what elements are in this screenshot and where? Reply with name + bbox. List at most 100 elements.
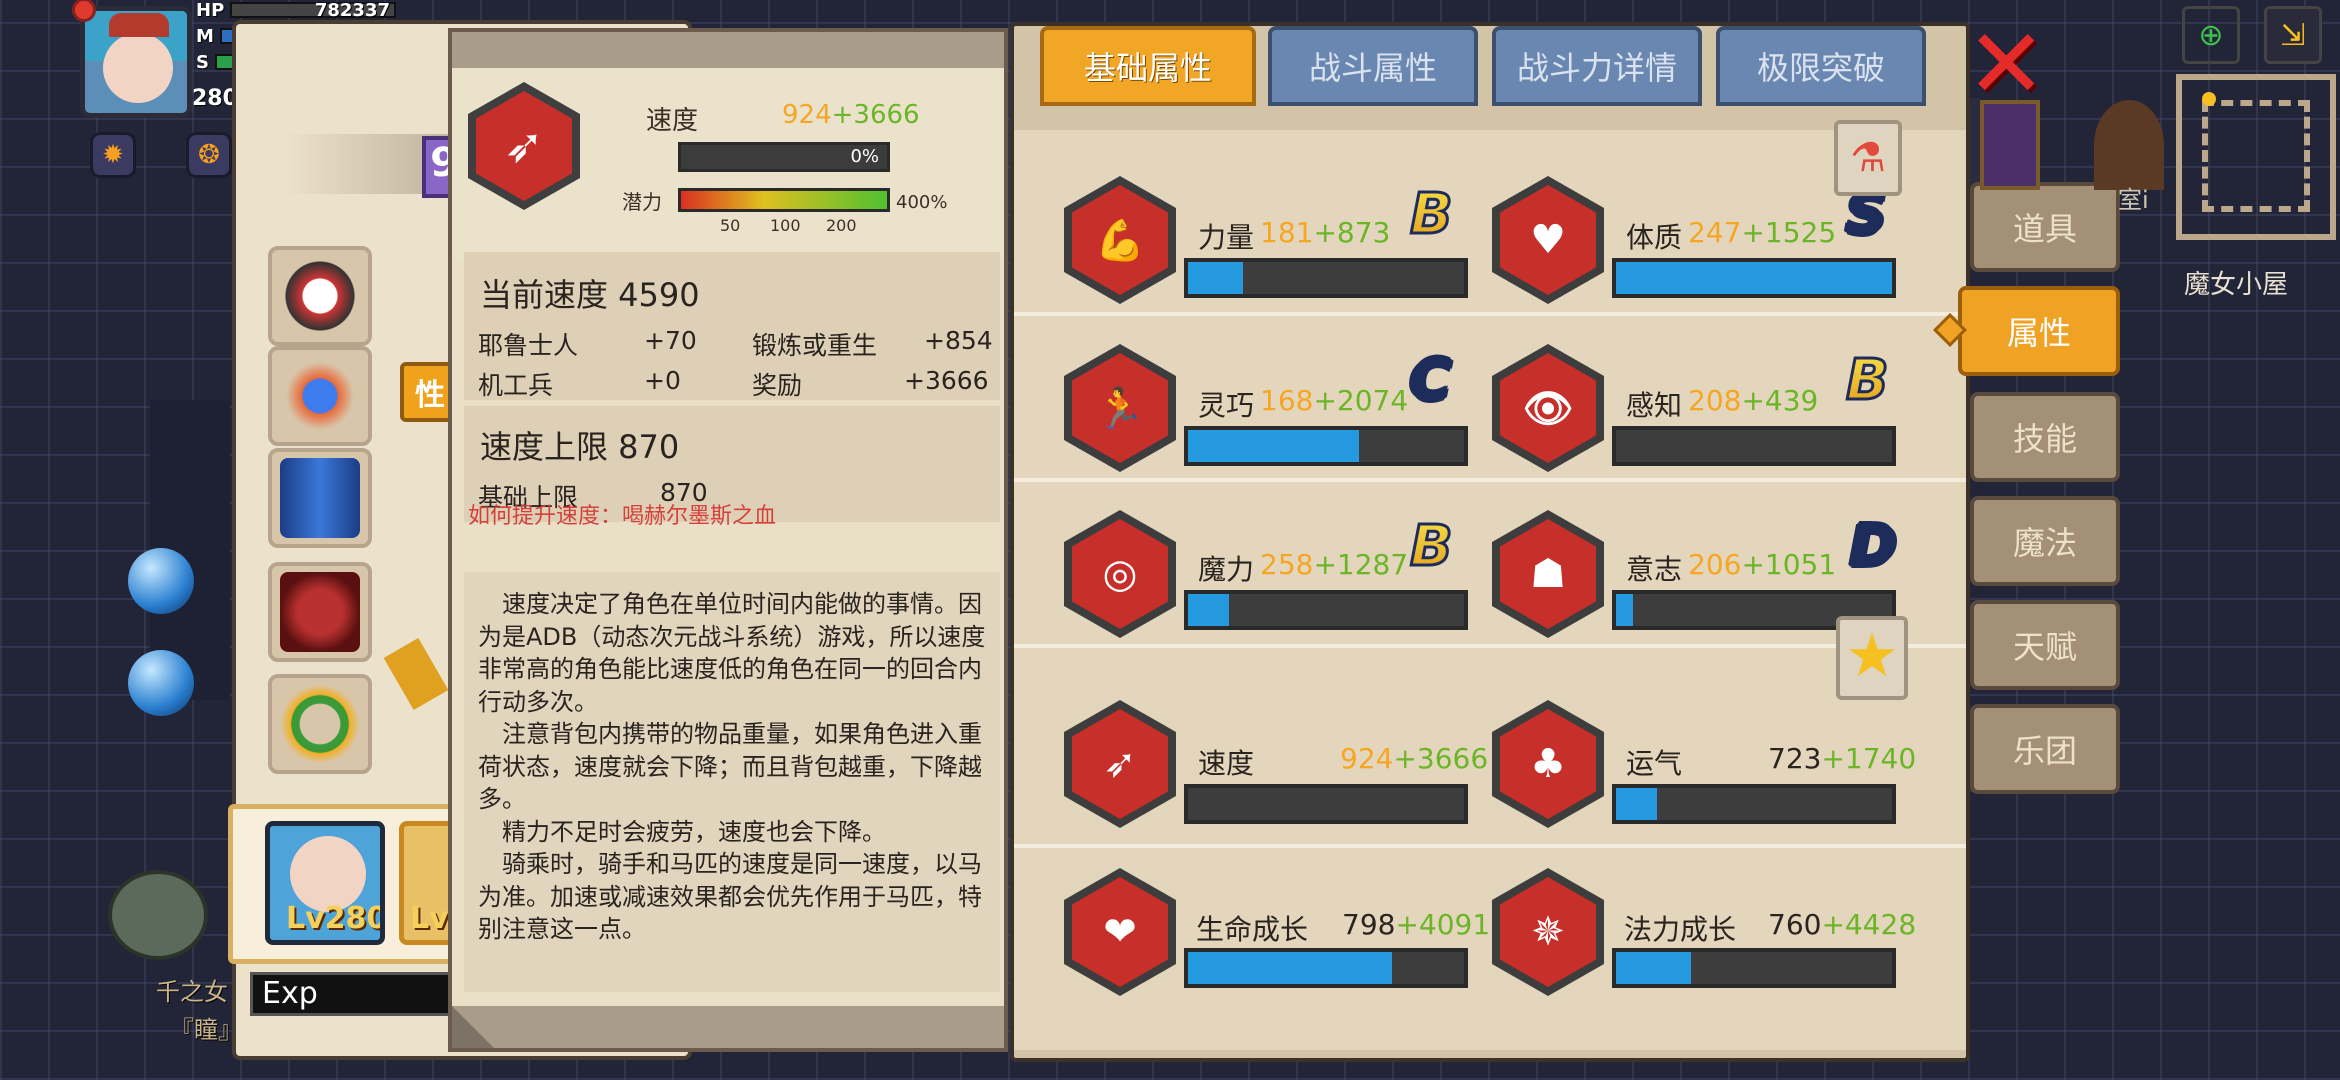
sp-label: S (196, 51, 209, 73)
breakdown-label: 锻炼或重生 (752, 331, 878, 360)
tooltip-bottom-bar (452, 1006, 1004, 1048)
stat-bonus: +4428 (1821, 908, 1917, 941)
stat-bonus: +1051 (1741, 548, 1837, 581)
row-divider (1014, 478, 1966, 482)
helmet-icon (280, 256, 360, 336)
side-tab-items[interactable]: 道具 (1970, 182, 2120, 272)
snail-icon (108, 870, 208, 960)
stat-name: 法力成长 (1624, 913, 1737, 946)
hp-value: 782337 (314, 0, 390, 21)
stat-bar (1612, 784, 1896, 824)
equip-slot-armor[interactable] (268, 448, 372, 548)
potential-label: 潜力 (622, 190, 662, 214)
stat-bonus: +3666 (1393, 742, 1489, 775)
stat-bonus: +1287 (1313, 548, 1409, 581)
stat-bar (1184, 258, 1468, 298)
current-speed-section: 当前速度 4590 耶鲁士人 +70 锻炼或重生 +854 机工兵 +0 奖励 … (464, 252, 1000, 400)
stat-grade: B (1409, 181, 1455, 249)
close-icon[interactable]: ✕ (1966, 16, 2046, 112)
side-tab-attributes[interactable]: 属性 (1958, 286, 2120, 376)
stat-base: 181 (1260, 216, 1314, 249)
stat-base: 168 (1260, 384, 1314, 417)
minimap-room (2202, 100, 2310, 212)
window-toggle-icon[interactable]: ⇲ (2264, 6, 2322, 64)
stat-bonus: +1740 (1821, 742, 1917, 775)
basket-icon (2094, 100, 2164, 190)
stat-name: 魔力 (1198, 553, 1255, 586)
progress-percent: 0% (850, 146, 879, 167)
description-paragraph: 精力不足时会疲劳，速度也会下降。 (478, 818, 886, 846)
row-divider (1014, 312, 1966, 316)
equip-slot-ring[interactable] (268, 674, 372, 774)
stat-bar (1184, 590, 1468, 630)
stat-bonus: +2074 (1313, 384, 1409, 417)
stat-fill (1616, 594, 1633, 626)
hp-label: HP (196, 0, 225, 21)
exp-label: Exp (262, 976, 318, 1011)
minimap[interactable] (2176, 74, 2336, 240)
party-member-1[interactable]: Lv280 (265, 821, 385, 945)
side-tab-magic[interactable]: 魔法 (1970, 496, 2120, 586)
potential-tick-50: 50 (720, 216, 741, 235)
potion-icon[interactable]: ⚗ (1834, 120, 1902, 196)
stat-bonus: +4091 (1395, 908, 1491, 941)
tab-combat-attributes[interactable]: 战斗属性 (1268, 26, 1478, 106)
side-tab-talents[interactable]: 天赋 (1970, 600, 2120, 690)
tab-power-details[interactable]: 战斗力详情 (1492, 26, 1702, 106)
stat-fill (1616, 952, 1691, 984)
portrait-face (103, 33, 173, 103)
stat-bonus: +1525 (1741, 216, 1837, 249)
crystal-ball-icon (128, 650, 194, 716)
stat-fill (1188, 952, 1393, 984)
background-sign-1: 千之女 (156, 978, 228, 1006)
stat-bar (1612, 258, 1896, 298)
stat-name: 力量 (1198, 221, 1255, 254)
stat-grade: D (1848, 513, 1898, 581)
side-tab-skills[interactable]: 技能 (1970, 392, 2120, 482)
tab-basic-attributes[interactable]: 基础属性 (1040, 26, 1256, 106)
armor-icon (280, 458, 360, 538)
stat-fill (1188, 262, 1244, 294)
row-divider (1014, 844, 1966, 848)
tooltip-base-value: 924 (782, 100, 832, 130)
tab-limit-break[interactable]: 极限突破 (1716, 26, 1926, 106)
player-portrait[interactable] (80, 6, 192, 118)
breakdown-value: +854 (924, 326, 993, 355)
ring-icon (280, 684, 360, 764)
stat-grade: B (1845, 347, 1891, 415)
potential-tick-200: 200 (826, 216, 857, 235)
equip-slot-cloak[interactable] (268, 562, 372, 662)
tooltip-bonus-value: +3666 (831, 100, 920, 130)
member-level: Lv (410, 901, 449, 936)
amulet-icon (280, 356, 360, 436)
stat-name: 生命成长 (1196, 913, 1309, 946)
equip-slot-amulet[interactable] (268, 346, 372, 446)
training-progress-bar: 0% (678, 142, 890, 172)
stat-name: 意志 (1626, 553, 1683, 586)
attributes-panel: 基础属性 战斗属性 战斗力详情 极限突破 💪 力量 181+873 B ♥ 体质… (1010, 22, 1970, 1062)
stat-grade: C (1408, 347, 1452, 415)
current-speed-title: 当前速度 4590 (480, 276, 700, 314)
stat-base: 798 (1342, 908, 1396, 941)
weapon-hilt-icon (383, 638, 449, 710)
how-to-improve-link[interactable]: 如何提升速度：喝赫尔墨斯之血 (468, 498, 776, 530)
stat-bar (1184, 948, 1468, 988)
map-decor-icon (1980, 100, 2040, 190)
description-paragraph: 速度决定了角色在单位时间内能做的事情。因为是ADB（动态次元战斗系统）游戏，所以… (478, 590, 986, 716)
cloak-icon (280, 572, 360, 652)
stat-bonus: +873 (1313, 216, 1391, 249)
fire-skill-icon[interactable]: ✹ (90, 132, 136, 178)
equip-slot-helmet[interactable] (268, 246, 372, 346)
network-icon[interactable]: ⊕ (2182, 6, 2240, 64)
breakdown-label: 奖励 (752, 371, 803, 400)
breakdown-label: 机工兵 (478, 371, 554, 400)
stat-name: 运气 (1626, 747, 1683, 780)
stat-bar (1612, 948, 1896, 988)
wind-skill-icon[interactable]: ❂ (186, 132, 232, 178)
side-tab-band[interactable]: 乐团 (1970, 704, 2120, 794)
stat-name: 灵巧 (1198, 389, 1255, 422)
mp-label: M (196, 25, 214, 47)
star-icon[interactable]: ★ (1836, 616, 1908, 700)
tooltip-stat-name: 速度 (646, 106, 699, 136)
tooltip-top-bar (452, 32, 1004, 68)
